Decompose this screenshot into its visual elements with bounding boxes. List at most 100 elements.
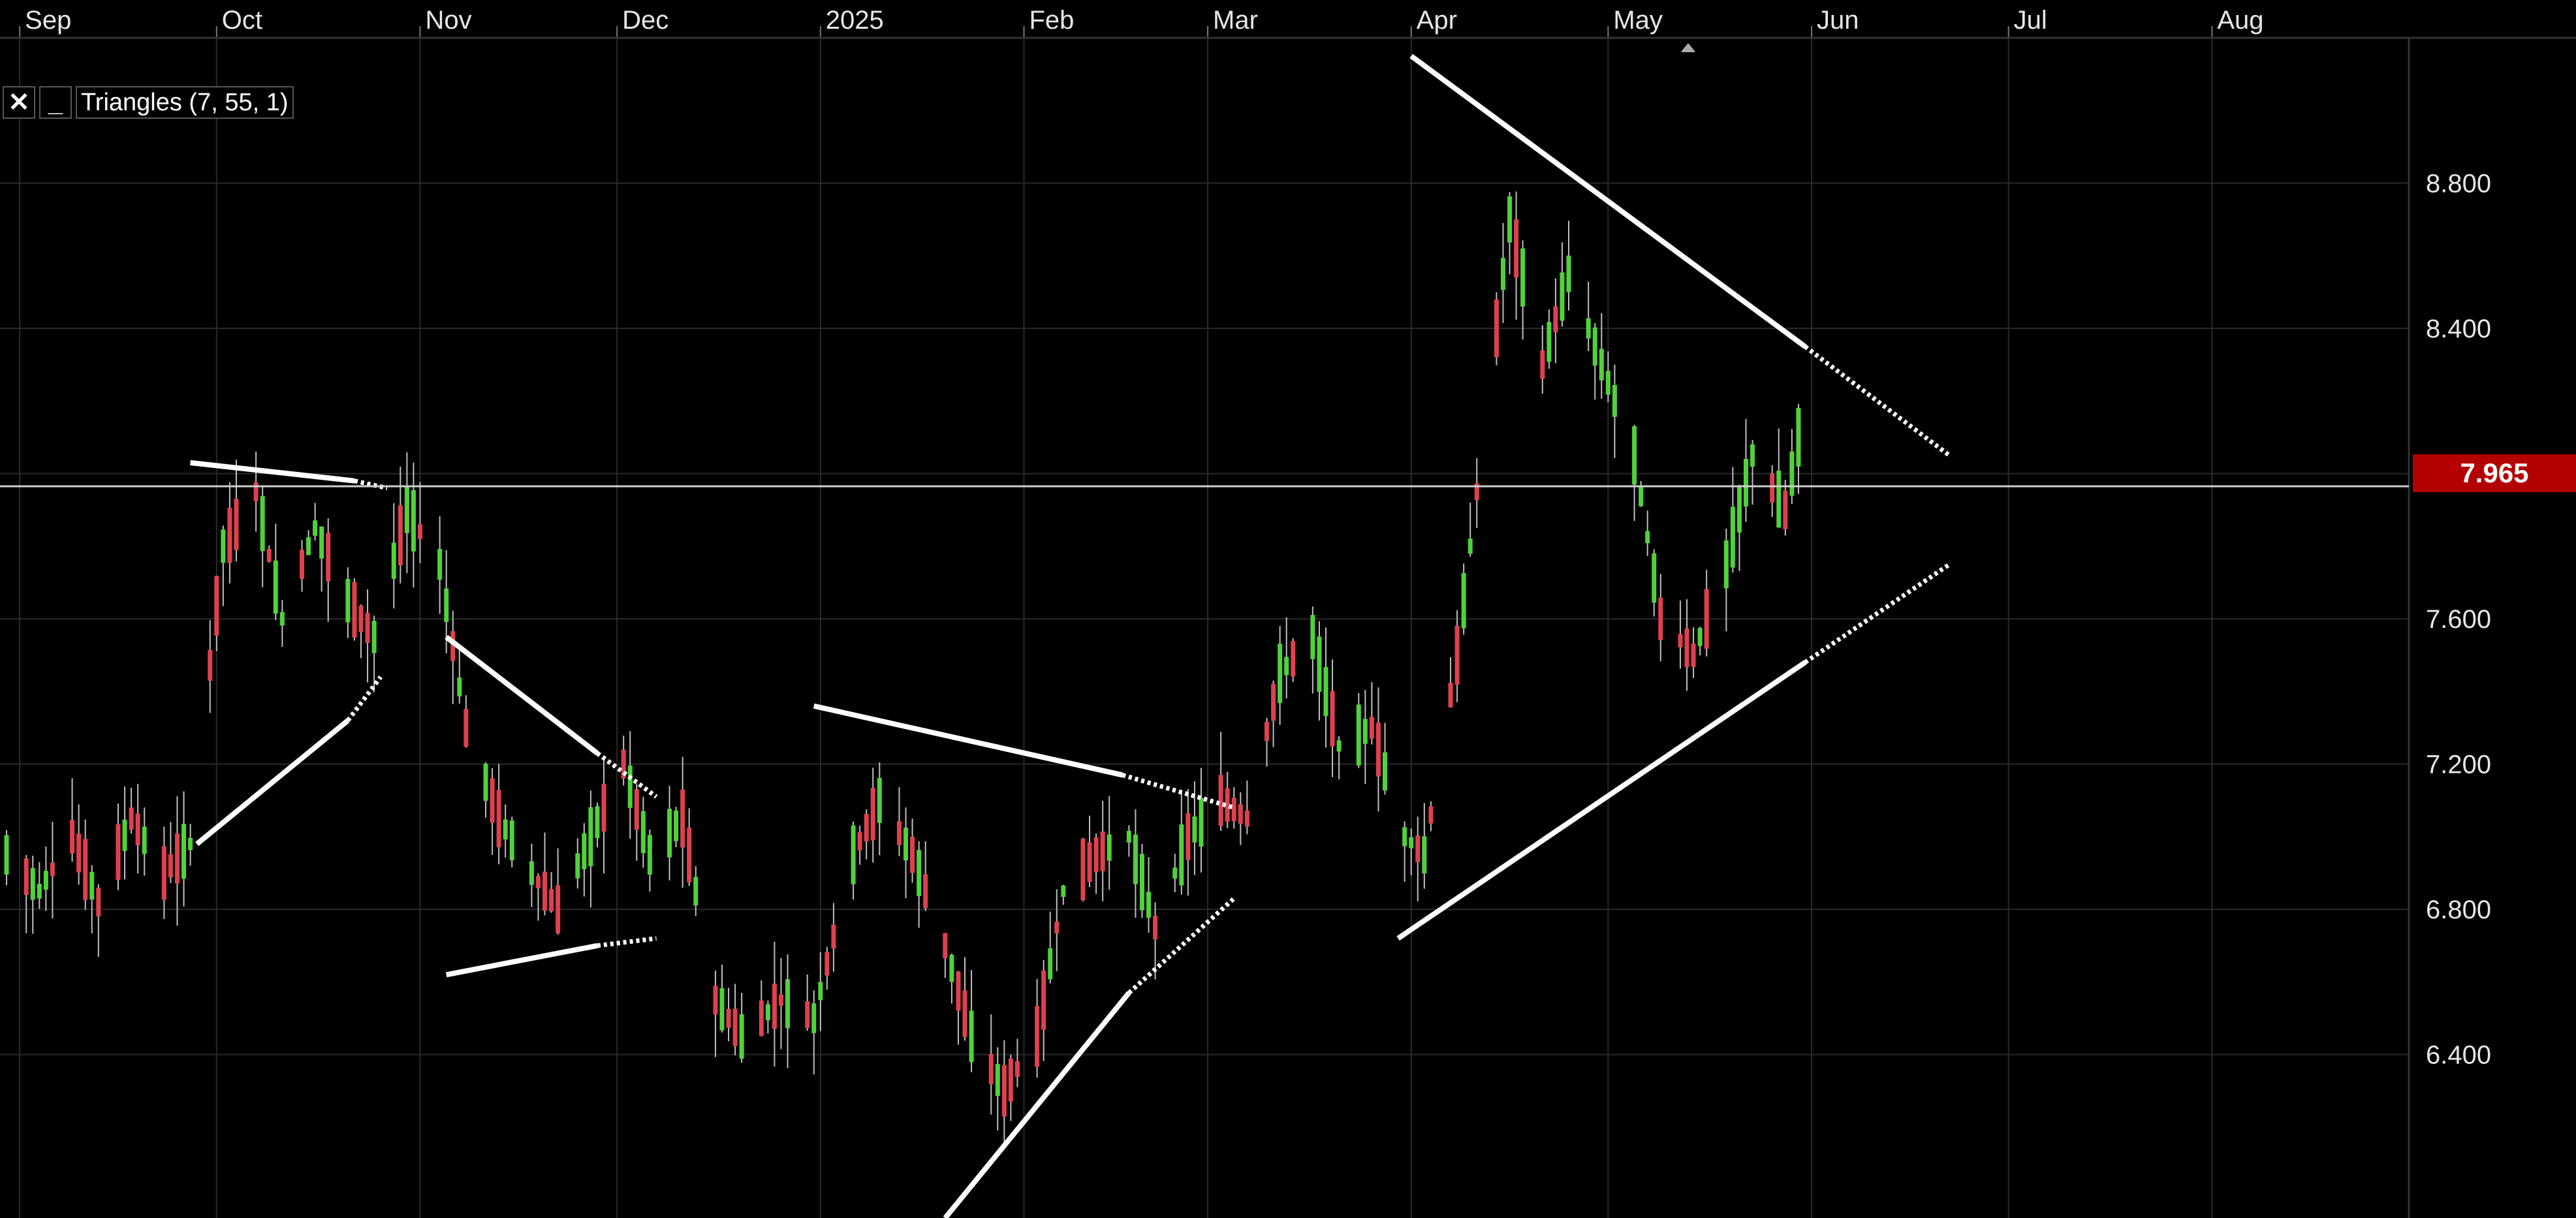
candle-down bbox=[943, 933, 948, 959]
candle-up bbox=[595, 806, 600, 839]
candle-down bbox=[496, 790, 501, 847]
candle-down bbox=[352, 582, 357, 638]
x-tick-label: 2025 bbox=[826, 6, 884, 35]
candle-up bbox=[122, 819, 127, 851]
candle-up bbox=[1139, 854, 1144, 911]
candle-up bbox=[1336, 740, 1342, 752]
candle-up bbox=[1730, 507, 1735, 568]
candle-up bbox=[279, 612, 285, 626]
candle-up bbox=[142, 826, 147, 854]
x-tick-label: Jul bbox=[2014, 6, 2047, 35]
x-tick-label: May bbox=[1613, 6, 1663, 35]
y-tick-label: 8.400 bbox=[2426, 315, 2491, 343]
candle-up bbox=[1048, 948, 1053, 980]
close-icon[interactable]: ✕ bbox=[3, 86, 35, 119]
candle-down bbox=[923, 874, 928, 909]
triangle-trend-line bbox=[190, 460, 355, 484]
indicator-name[interactable]: Triangles (7, 55, 1) bbox=[76, 86, 294, 119]
candle-down bbox=[1093, 837, 1099, 873]
candle-up bbox=[503, 819, 508, 840]
candle-down bbox=[601, 783, 606, 832]
candle-down bbox=[556, 885, 561, 933]
candle-up bbox=[785, 979, 791, 1029]
candle-up bbox=[647, 835, 652, 875]
candle-up bbox=[1317, 636, 1322, 692]
candle-up bbox=[1107, 834, 1112, 861]
candle-down bbox=[398, 505, 403, 566]
candle-down bbox=[1100, 831, 1105, 871]
candle-up bbox=[917, 850, 922, 896]
candle-up bbox=[1409, 837, 1414, 849]
candle-down bbox=[1218, 775, 1223, 826]
candle-up bbox=[444, 588, 449, 622]
candle-up bbox=[1179, 824, 1184, 886]
candle-down bbox=[772, 984, 777, 1029]
candle-down bbox=[1264, 721, 1270, 742]
candle-down bbox=[825, 952, 830, 976]
candle-down bbox=[129, 807, 134, 830]
candle-up bbox=[1605, 371, 1610, 395]
candle-down bbox=[83, 839, 88, 900]
candle-down bbox=[956, 971, 961, 1011]
home-marker-icon bbox=[1682, 43, 1695, 52]
candle-up bbox=[877, 777, 882, 823]
candle-up bbox=[818, 982, 823, 1001]
triangle-projection-line bbox=[595, 751, 658, 799]
candle-up bbox=[1652, 553, 1657, 603]
candle-up bbox=[903, 827, 909, 861]
candle-down bbox=[490, 778, 495, 823]
x-tick-label: Jun bbox=[1817, 6, 1859, 35]
candle-up bbox=[30, 867, 35, 900]
triangle-trend-line bbox=[195, 718, 350, 847]
candle-up bbox=[1507, 196, 1513, 243]
y-tick-label: 7.200 bbox=[2426, 751, 2491, 779]
minimize-icon[interactable]: _ bbox=[39, 86, 72, 119]
candle-down bbox=[713, 986, 718, 1015]
candle-down bbox=[326, 533, 331, 582]
candle-up bbox=[1639, 486, 1644, 507]
candle-up bbox=[1278, 644, 1283, 704]
candle-up bbox=[1199, 798, 1204, 847]
candle-up bbox=[1612, 384, 1617, 417]
candle-down bbox=[70, 820, 75, 854]
candle-down bbox=[1291, 641, 1296, 677]
x-tick-label: Feb bbox=[1029, 6, 1075, 35]
candle-down bbox=[1678, 634, 1683, 648]
y-tick-label: 6.400 bbox=[2426, 1041, 2491, 1070]
candle-up bbox=[1461, 572, 1466, 629]
candle-up bbox=[1599, 349, 1604, 381]
candle-down bbox=[759, 1000, 764, 1037]
candle-up bbox=[811, 1003, 817, 1033]
candle-down bbox=[805, 1001, 810, 1028]
candle-down bbox=[266, 548, 272, 562]
candle-down bbox=[1375, 723, 1381, 777]
candle-up bbox=[1362, 719, 1368, 744]
candle-down bbox=[1369, 717, 1374, 739]
triangle-projection-line bbox=[597, 936, 657, 948]
x-tick-label: Oct bbox=[222, 6, 262, 35]
candle-up bbox=[969, 1010, 974, 1063]
triangle-projection-line bbox=[1804, 562, 1951, 664]
candle-up bbox=[1061, 885, 1066, 897]
candle-up bbox=[640, 811, 646, 853]
candle-up bbox=[260, 495, 265, 552]
candle-down bbox=[253, 482, 259, 501]
candle-down bbox=[857, 832, 862, 851]
candle-up bbox=[529, 861, 534, 885]
candle-up bbox=[1192, 816, 1197, 843]
candle-down bbox=[1684, 629, 1689, 668]
candle-up bbox=[1632, 426, 1637, 485]
price-chart[interactable]: Sep Oct Nov Dec 2025 Feb Mar Apr May Jun Jul Aug 6.… bbox=[0, 0, 2576, 1218]
x-tick-label: Mar bbox=[1213, 6, 1258, 35]
candle-up bbox=[719, 988, 725, 1031]
candle-down bbox=[864, 813, 869, 842]
candle-up bbox=[674, 810, 679, 841]
candle-down bbox=[227, 507, 232, 563]
candle-up bbox=[1750, 444, 1755, 467]
candle-down bbox=[300, 550, 305, 579]
candle-up bbox=[1743, 459, 1748, 507]
candle-down bbox=[680, 789, 685, 848]
candle-down bbox=[535, 875, 541, 888]
triangle-projection-line bbox=[1122, 772, 1235, 810]
candle-down bbox=[234, 499, 239, 550]
